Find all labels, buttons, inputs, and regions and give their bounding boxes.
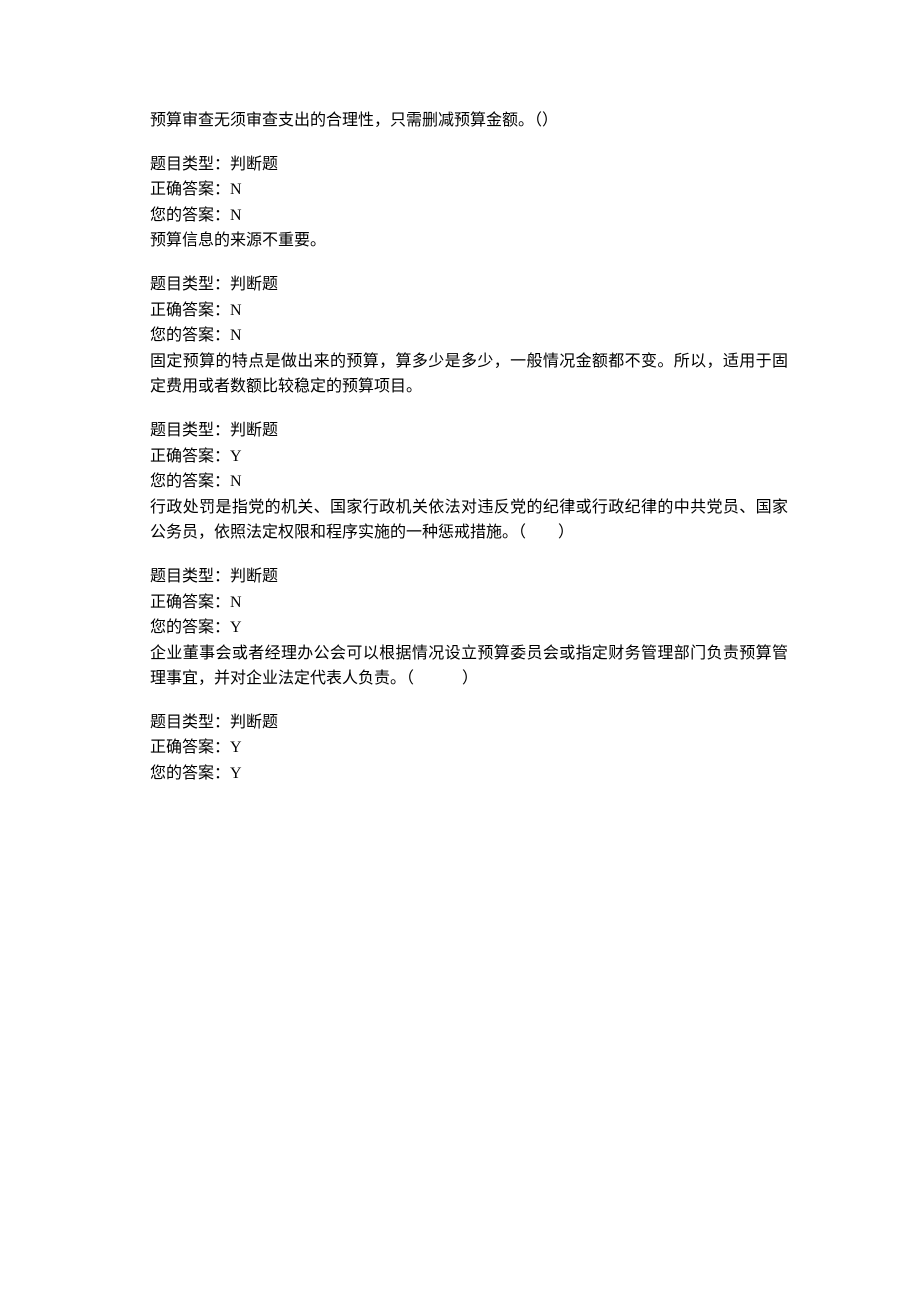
next-prompt: 预算信息的来源不重要。 [150,228,788,254]
type-line: 题目类型：判断题 [150,564,788,590]
correct-label: 正确答案： [150,181,230,198]
correct-label: 正确答案： [150,302,230,319]
type-label: 题目类型： [150,714,230,731]
correct-line: 正确答案：N [150,177,788,203]
yours-line: 您的答案：N [150,323,788,349]
correct-value: N [230,594,242,611]
correct-line: 正确答案：Y [150,444,788,470]
correct-label: 正确答案： [150,739,230,756]
yours-value: Y [230,765,242,782]
yours-line: 您的答案：Y [150,761,788,787]
yours-value: N [230,327,242,344]
question-prompt: 预算审查无须审查支出的合理性，只需删减预算金额。（） [150,108,788,134]
answer-block: 题目类型：判断题 正确答案：N 您的答案：N 固定预算的特点是做出来的预算，算多… [150,272,788,400]
correct-line: 正确答案：Y [150,735,788,761]
correct-label: 正确答案： [150,448,230,465]
answer-block: 题目类型：判断题 正确答案：Y 您的答案：Y [150,710,788,787]
type-value: 判断题 [230,156,278,173]
type-label: 题目类型： [150,156,230,173]
type-label: 题目类型： [150,276,230,293]
question-block: 预算审查无须审查支出的合理性，只需删减预算金额。（） [150,108,788,134]
type-value: 判断题 [230,422,278,439]
yours-value: N [230,473,242,490]
yours-label: 您的答案： [150,327,230,344]
answer-block: 题目类型：判断题 正确答案：N 您的答案：Y 企业董事会或者经理办公会可以根据情… [150,564,788,692]
answer-block: 题目类型：判断题 正确答案：Y 您的答案：N 行政处罚是指党的机关、国家行政机关… [150,418,788,546]
yours-label: 您的答案： [150,207,230,224]
correct-value: Y [230,448,242,465]
type-label: 题目类型： [150,422,230,439]
correct-value: N [230,181,242,198]
next-prompt: 固定预算的特点是做出来的预算，算多少是多少，一般情况金额都不变。所以，适用于固定… [150,349,788,400]
correct-label: 正确答案： [150,594,230,611]
next-prompt: 企业董事会或者经理办公会可以根据情况设立预算委员会或指定财务管理部门负责预算管理… [150,641,788,692]
yours-value: Y [230,619,242,636]
yours-label: 您的答案： [150,765,230,782]
type-line: 题目类型：判断题 [150,272,788,298]
type-value: 判断题 [230,568,278,585]
correct-value: N [230,302,242,319]
correct-value: Y [230,739,242,756]
type-label: 题目类型： [150,568,230,585]
document-page: 预算审查无须审查支出的合理性，只需删减预算金额。（） 题目类型：判断题 正确答案… [0,0,920,1302]
next-prompt: 行政处罚是指党的机关、国家行政机关依法对违反党的纪律或行政纪律的中共党员、国家公… [150,495,788,546]
type-line: 题目类型：判断题 [150,710,788,736]
yours-label: 您的答案： [150,473,230,490]
yours-label: 您的答案： [150,619,230,636]
correct-line: 正确答案：N [150,590,788,616]
answer-block: 题目类型：判断题 正确答案：N 您的答案：N 预算信息的来源不重要。 [150,152,788,254]
type-line: 题目类型：判断题 [150,152,788,178]
type-value: 判断题 [230,714,278,731]
type-line: 题目类型：判断题 [150,418,788,444]
type-value: 判断题 [230,276,278,293]
correct-line: 正确答案：N [150,298,788,324]
yours-value: N [230,207,242,224]
yours-line: 您的答案：N [150,203,788,229]
yours-line: 您的答案：Y [150,615,788,641]
yours-line: 您的答案：N [150,469,788,495]
